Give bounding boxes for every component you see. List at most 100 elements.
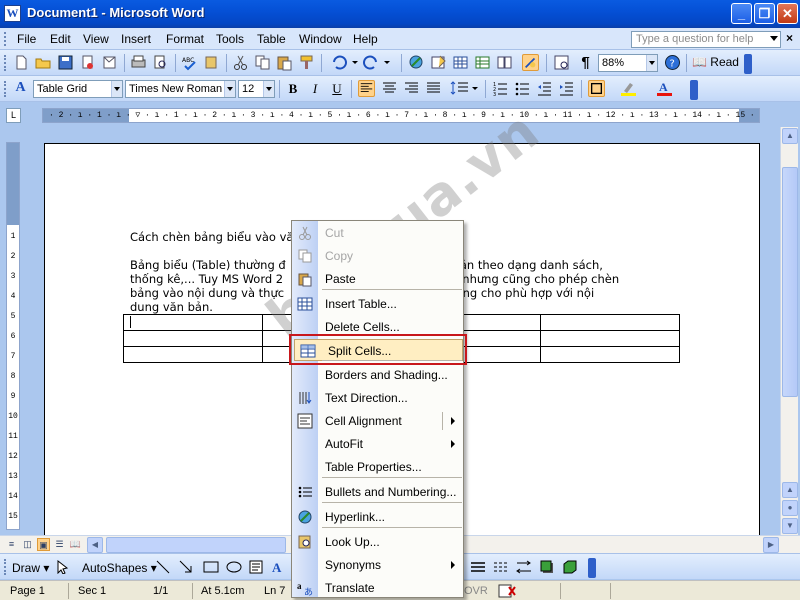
- vertical-scrollbar[interactable]: ▲ ▲ ● ▼: [780, 127, 798, 537]
- print-icon[interactable]: [130, 54, 147, 71]
- tables-borders-icon[interactable]: [430, 54, 447, 71]
- font-select[interactable]: Times New Roman: [125, 80, 236, 98]
- spelling-status-icon[interactable]: [498, 584, 516, 598]
- numbering-icon[interactable]: 123: [492, 80, 509, 97]
- justify-icon[interactable]: [425, 80, 442, 97]
- menu-insert[interactable]: Insert: [121, 32, 151, 46]
- tab-selector[interactable]: L: [6, 108, 21, 123]
- context-menu-item[interactable]: Look Up...: [292, 531, 463, 553]
- reading-layout-icon[interactable]: 📖: [69, 538, 82, 551]
- close-button[interactable]: ✕: [777, 3, 798, 24]
- copy-icon[interactable]: [254, 54, 271, 71]
- cut-icon[interactable]: [232, 54, 249, 71]
- hyperlink-icon[interactable]: [408, 54, 425, 71]
- chevron-down-icon[interactable]: [111, 81, 122, 97]
- scroll-up-page-icon[interactable]: ▲: [782, 482, 798, 498]
- show-hide-icon[interactable]: ¶: [577, 54, 594, 71]
- minimize-button[interactable]: _: [731, 3, 752, 24]
- font-size-select[interactable]: 12: [238, 80, 275, 98]
- menu-help[interactable]: Help: [353, 32, 378, 46]
- paste-icon[interactable]: [276, 54, 293, 71]
- table-cell[interactable]: [123, 330, 263, 347]
- arrow-icon[interactable]: [179, 560, 193, 574]
- font-color-icon[interactable]: A: [656, 80, 673, 97]
- table-cell[interactable]: [540, 314, 680, 331]
- align-right-icon[interactable]: [403, 80, 420, 97]
- outside-border-icon[interactable]: [588, 80, 605, 97]
- align-left-icon[interactable]: [358, 80, 375, 97]
- research-icon[interactable]: [203, 54, 220, 71]
- context-menu-item[interactable]: Text Direction...: [292, 387, 463, 409]
- vertical-ruler[interactable]: 12345678910111213141516171819: [6, 142, 20, 530]
- permission-icon[interactable]: [79, 54, 96, 71]
- context-menu-item[interactable]: Paste: [292, 268, 463, 290]
- context-menu-item[interactable]: Insert Table...: [292, 293, 463, 315]
- shadow-style-icon[interactable]: [540, 560, 554, 574]
- context-menu-item[interactable]: Hyperlink...: [292, 506, 463, 528]
- context-menu-item[interactable]: Bullets and Numbering...: [292, 481, 463, 503]
- menubar-grip[interactable]: [4, 32, 7, 46]
- autoshapes-menu-button[interactable]: AutoShapes ▾: [82, 561, 157, 575]
- context-menu-item[interactable]: a あ Translate: [292, 577, 463, 599]
- format-painter-icon[interactable]: [298, 54, 315, 71]
- maximize-button[interactable]: ❐: [754, 3, 775, 24]
- line-icon[interactable]: [156, 560, 170, 574]
- select-browse-object-icon[interactable]: ●: [782, 500, 798, 516]
- chevron-down-icon[interactable]: [646, 55, 657, 71]
- bold-button[interactable]: B: [283, 80, 303, 98]
- email-icon[interactable]: [101, 54, 118, 71]
- document-close-icon[interactable]: ×: [786, 31, 793, 45]
- horizontal-ruler[interactable]: · 2 · ı · 1 · ı · ▽ · ı · 1 · ı · 2 · ı …: [42, 108, 760, 123]
- print-preview-icon[interactable]: [152, 54, 169, 71]
- line-style-icon[interactable]: [470, 560, 486, 574]
- context-menu-item[interactable]: Cell Alignment: [292, 410, 463, 432]
- scroll-down-page-icon[interactable]: ▼: [782, 518, 798, 534]
- help-icon[interactable]: ?: [664, 54, 681, 71]
- drawing-icon[interactable]: [522, 54, 539, 71]
- redo-icon[interactable]: [362, 54, 390, 71]
- menu-edit[interactable]: Edit: [50, 32, 71, 46]
- outline-view-icon[interactable]: ☰: [53, 538, 66, 551]
- scroll-right-icon[interactable]: ▶: [763, 537, 779, 553]
- style-select[interactable]: Table Grid: [33, 80, 123, 98]
- draw-menu-button[interactable]: Draw ▾: [12, 561, 49, 575]
- new-document-icon[interactable]: [13, 54, 30, 71]
- rectangle-icon[interactable]: [203, 560, 219, 574]
- decrease-indent-icon[interactable]: [536, 80, 553, 97]
- scroll-up-icon[interactable]: ▲: [782, 128, 798, 144]
- toolbar-grip[interactable]: [4, 559, 7, 575]
- status-ovr[interactable]: OVR: [464, 585, 488, 597]
- arrow-style-icon[interactable]: [516, 560, 532, 574]
- normal-view-icon[interactable]: ≡: [5, 538, 18, 551]
- styles-formatting-icon[interactable]: A: [12, 80, 29, 97]
- scroll-thumb[interactable]: [782, 167, 798, 397]
- word-icon[interactable]: W: [4, 5, 21, 22]
- context-menu-item[interactable]: Borders and Shading...: [292, 364, 463, 386]
- oval-icon[interactable]: [226, 560, 242, 574]
- context-menu-item[interactable]: Synonyms: [292, 554, 463, 576]
- highlight-icon[interactable]: [620, 80, 637, 97]
- align-center-icon[interactable]: [381, 80, 398, 97]
- chevron-down-icon[interactable]: [224, 81, 235, 97]
- print-layout-icon[interactable]: ▣: [37, 538, 50, 551]
- bullets-icon[interactable]: [514, 80, 531, 97]
- context-menu-item[interactable]: Table Properties...: [292, 456, 463, 478]
- select-objects-icon[interactable]: [56, 560, 70, 574]
- table-cell[interactable]: [123, 346, 263, 363]
- scroll-left-icon[interactable]: ◀: [87, 537, 103, 553]
- table-cell[interactable]: [540, 330, 680, 347]
- underline-button[interactable]: U: [327, 80, 347, 98]
- table-cell[interactable]: [540, 346, 680, 363]
- toolbar-options-button[interactable]: [588, 558, 596, 578]
- toolbar-grip[interactable]: [4, 81, 7, 97]
- line-spacing-icon[interactable]: [450, 80, 478, 97]
- document-map-icon[interactable]: [553, 54, 570, 71]
- toolbar-options-button[interactable]: [690, 80, 698, 100]
- undo-icon[interactable]: [330, 54, 358, 71]
- insert-excel-icon[interactable]: [474, 54, 491, 71]
- menu-table[interactable]: Table: [257, 32, 286, 46]
- menu-format[interactable]: Format: [166, 32, 204, 46]
- zoom-select[interactable]: 88%: [598, 54, 658, 72]
- horizontal-scroll-thumb[interactable]: [106, 537, 286, 553]
- menu-tools[interactable]: Tools: [216, 32, 244, 46]
